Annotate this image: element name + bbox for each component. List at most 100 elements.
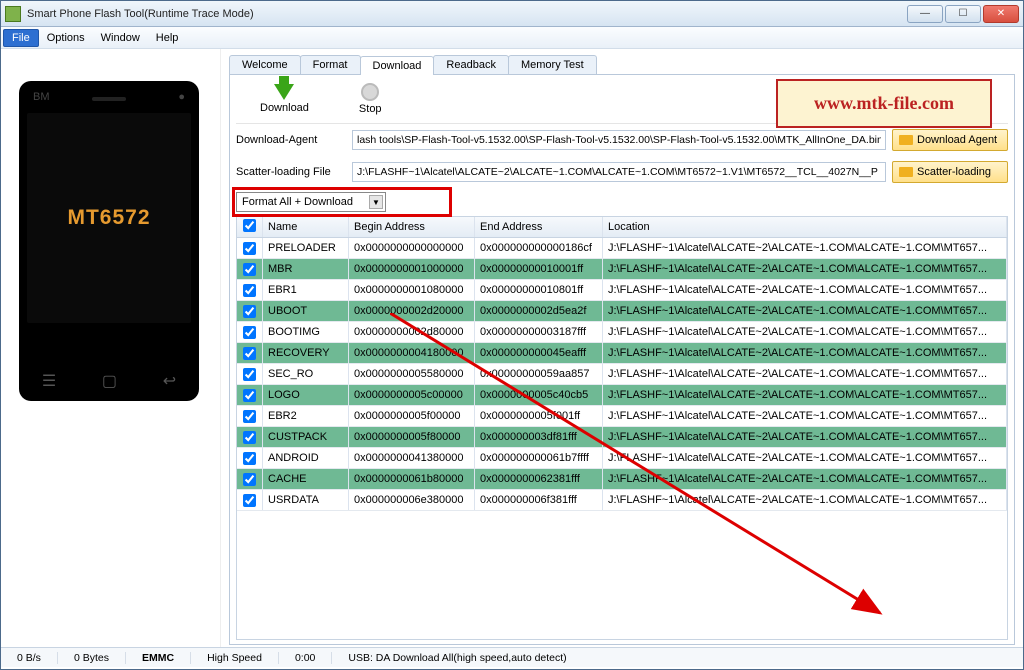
table-row[interactable]: EBR20x0000000005f000000x0000000005f001ff…	[237, 406, 1007, 427]
row-checkbox[interactable]	[243, 263, 256, 276]
status-mode: High Speed	[191, 652, 279, 664]
table-row[interactable]: CACHE0x0000000061b800000x0000000062381ff…	[237, 469, 1007, 490]
cell-name: CUSTPACK	[263, 427, 349, 447]
cell-end: 0x0000000062381fff	[475, 469, 603, 489]
row-checkbox[interactable]	[243, 473, 256, 486]
cell-begin: 0x0000000041380000	[349, 448, 475, 468]
app-icon	[5, 6, 21, 22]
tab-memtest[interactable]: Memory Test	[508, 55, 597, 74]
maximize-button[interactable]: ☐	[945, 5, 981, 23]
table-row[interactable]: ANDROID0x00000000413800000x000000000061b…	[237, 448, 1007, 469]
minimize-button[interactable]: —	[907, 5, 943, 23]
row-checkbox[interactable]	[243, 494, 256, 507]
row-checkbox[interactable]	[243, 431, 256, 444]
cell-name: SEC_RO	[263, 364, 349, 384]
cell-location: J:\FLASHF~1\Alcatel\ALCATE~2\ALCATE~1.CO…	[603, 343, 1007, 363]
cell-name: BOOTIMG	[263, 322, 349, 342]
row-checkbox[interactable]	[243, 347, 256, 360]
cell-location: J:\FLASHF~1\Alcatel\ALCATE~2\ALCATE~1.CO…	[603, 427, 1007, 447]
scatter-loading-button[interactable]: Scatter-loading	[892, 161, 1008, 183]
statusbar: 0 B/s 0 Bytes EMMC High Speed 0:00 USB: …	[1, 647, 1023, 667]
tab-download[interactable]: Download	[360, 56, 435, 75]
table-row[interactable]: PRELOADER0x00000000000000000x00000000000…	[237, 238, 1007, 259]
col-begin[interactable]: Begin Address	[349, 217, 475, 237]
tabbar: Welcome Format Download Readback Memory …	[229, 55, 1015, 75]
back-icon: ↩	[163, 371, 176, 391]
table-row[interactable]: UBOOT0x0000000002d200000x0000000002d5ea2…	[237, 301, 1007, 322]
folder-icon	[899, 167, 913, 177]
cell-location: J:\FLASHF~1\Alcatel\ALCATE~2\ALCATE~1.CO…	[603, 385, 1007, 405]
download-agent-button[interactable]: Download Agent	[892, 129, 1008, 151]
cell-end: 0x00000000003187fff	[475, 322, 603, 342]
table-row[interactable]: SEC_RO0x00000000055800000x00000000059aa8…	[237, 364, 1007, 385]
cell-end: 0x00000000010801ff	[475, 280, 603, 300]
cell-name: CACHE	[263, 469, 349, 489]
row-checkbox[interactable]	[243, 452, 256, 465]
table-row[interactable]: USRDATA0x000000006e3800000x000000006f381…	[237, 490, 1007, 511]
cell-name: EBR1	[263, 280, 349, 300]
tab-welcome[interactable]: Welcome	[229, 55, 301, 74]
tab-readback[interactable]: Readback	[433, 55, 509, 74]
tab-format[interactable]: Format	[300, 55, 361, 74]
table-row[interactable]: EBR10x00000000010800000x00000000010801ff…	[237, 280, 1007, 301]
stop-button[interactable]: Stop	[359, 83, 382, 115]
row-checkbox[interactable]	[243, 368, 256, 381]
cell-begin: 0x000000006e380000	[349, 490, 475, 510]
cell-location: J:\FLASHF~1\Alcatel\ALCATE~2\ALCATE~1.CO…	[603, 259, 1007, 279]
status-speed: 0 B/s	[1, 652, 58, 664]
row-checkbox[interactable]	[243, 410, 256, 423]
row-checkbox[interactable]	[243, 389, 256, 402]
menu-help[interactable]: Help	[148, 30, 187, 46]
row-checkbox[interactable]	[243, 326, 256, 339]
cell-location: J:\FLASHF~1\Alcatel\ALCATE~2\ALCATE~1.CO…	[603, 364, 1007, 384]
cell-name: UBOOT	[263, 301, 349, 321]
cell-location: J:\FLASHF~1\Alcatel\ALCATE~2\ALCATE~1.CO…	[603, 469, 1007, 489]
cell-name: PRELOADER	[263, 238, 349, 258]
phone-brand: BM	[33, 91, 50, 103]
col-name[interactable]: Name	[263, 217, 349, 237]
menu-options[interactable]: Options	[39, 30, 93, 46]
phone-preview: BM● MT6572 ☰▢↩	[1, 49, 221, 647]
menu-window[interactable]: Window	[93, 30, 148, 46]
cell-begin: 0x0000000002d80000	[349, 322, 475, 342]
folder-icon	[899, 135, 913, 145]
download-icon	[274, 84, 294, 100]
cell-begin: 0x0000000001000000	[349, 259, 475, 279]
table-row[interactable]: LOGO0x0000000005c000000x0000000005c40cb5…	[237, 385, 1007, 406]
cell-location: J:\FLASHF~1\Alcatel\ALCATE~2\ALCATE~1.CO…	[603, 406, 1007, 426]
cell-location: J:\FLASHF~1\Alcatel\ALCATE~2\ALCATE~1.CO…	[603, 490, 1007, 510]
da-label: Download-Agent	[236, 134, 346, 146]
table-row[interactable]: MBR0x00000000010000000x00000000010001ffJ…	[237, 259, 1007, 280]
download-button[interactable]: Download	[260, 84, 309, 114]
cell-location: J:\FLASHF~1\Alcatel\ALCATE~2\ALCATE~1.CO…	[603, 448, 1007, 468]
table-row[interactable]: BOOTIMG0x0000000002d800000x0000000000318…	[237, 322, 1007, 343]
cell-begin: 0x0000000001080000	[349, 280, 475, 300]
menu-file[interactable]: File	[3, 29, 39, 47]
row-checkbox[interactable]	[243, 284, 256, 297]
select-all-checkbox[interactable]	[243, 219, 256, 232]
menubar: File Options Window Help	[1, 27, 1023, 49]
cell-name: MBR	[263, 259, 349, 279]
partition-grid: Name Begin Address End Address Location …	[236, 216, 1008, 640]
scatter-label: Scatter-loading File	[236, 166, 346, 178]
table-row[interactable]: CUSTPACK0x0000000005f800000x000000003df8…	[237, 427, 1007, 448]
scatter-path-input[interactable]	[352, 162, 886, 182]
chevron-down-icon: ▼	[369, 195, 383, 209]
cell-begin: 0x0000000005c00000	[349, 385, 475, 405]
row-checkbox[interactable]	[243, 242, 256, 255]
col-end[interactable]: End Address	[475, 217, 603, 237]
cell-begin: 0x0000000005580000	[349, 364, 475, 384]
operation-combo[interactable]: Format All + Download ▼	[236, 192, 386, 212]
cell-end: 0x00000000059aa857	[475, 364, 603, 384]
menu-icon: ☰	[42, 371, 56, 391]
cell-begin: 0x0000000004180000	[349, 343, 475, 363]
row-checkbox[interactable]	[243, 305, 256, 318]
cell-end: 0x000000000000186cf	[475, 238, 603, 258]
da-path-input[interactable]	[352, 130, 886, 150]
close-button[interactable]: ✕	[983, 5, 1019, 23]
cell-begin: 0x0000000002d20000	[349, 301, 475, 321]
col-location[interactable]: Location	[603, 217, 1007, 237]
cell-name: LOGO	[263, 385, 349, 405]
table-row[interactable]: RECOVERY0x00000000041800000x000000000045…	[237, 343, 1007, 364]
phone-chip-label: MT6572	[67, 206, 150, 230]
